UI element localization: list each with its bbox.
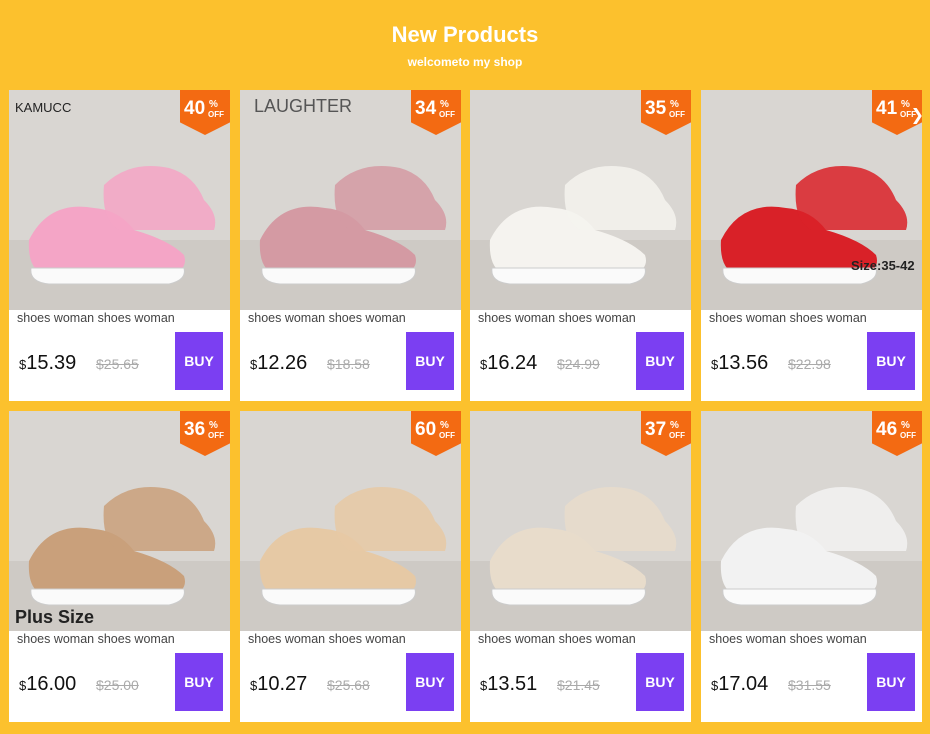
original-price: $25.00 — [96, 677, 139, 693]
current-price: $10.27 — [250, 673, 307, 696]
discount-value: 46 — [876, 419, 898, 440]
buy-button[interactable]: BUY — [636, 332, 684, 390]
discount-off-label: OFF — [439, 110, 455, 119]
price-amount: 17.04 — [718, 673, 769, 695]
product-card[interactable]: 60 % OFF shoes woman shoes woman $10.27 … — [240, 411, 461, 722]
product-card[interactable]: 46 % OFF shoes woman shoes woman $17.04 … — [701, 411, 922, 722]
discount-percent-sign: % — [670, 99, 679, 110]
discount-value: 36 — [184, 419, 206, 440]
price-amount: 13.51 — [487, 673, 538, 695]
image-caption: LAUGHTER — [254, 96, 352, 116]
current-price: $16.24 — [480, 352, 537, 375]
product-title[interactable]: shoes woman shoes woman — [709, 311, 914, 325]
discount-percent-sign: % — [209, 99, 218, 110]
discount-value: 41 — [876, 98, 898, 119]
discount-percent-sign: % — [670, 420, 679, 431]
product-title[interactable]: shoes woman shoes woman — [478, 632, 683, 646]
current-price: $16.00 — [19, 673, 76, 696]
buy-button[interactable]: BUY — [867, 653, 915, 711]
page-title: New Products — [391, 22, 539, 47]
product-title[interactable]: shoes woman shoes woman — [248, 632, 453, 646]
product-card[interactable]: 37 % OFF shoes woman shoes woman $13.51 … — [470, 411, 691, 722]
discount-value: 60 — [415, 419, 437, 440]
product-card[interactable]: Plus Size 36 % OFF shoes woman shoes wom… — [9, 411, 230, 722]
price-amount: 15.39 — [26, 352, 77, 374]
discount-off-label: OFF — [439, 431, 455, 440]
original-price: $24.99 — [557, 356, 600, 372]
discount-percent-sign: % — [440, 99, 449, 110]
current-price: $13.51 — [480, 673, 537, 696]
discount-off-label: OFF — [900, 431, 916, 440]
original-price: $22.98 — [788, 356, 831, 372]
buy-button[interactable]: BUY — [406, 653, 454, 711]
discount-percent-sign: % — [440, 420, 449, 431]
product-title[interactable]: shoes woman shoes woman — [17, 632, 222, 646]
product-title[interactable]: shoes woman shoes woman — [248, 311, 453, 325]
price-amount: 10.27 — [257, 673, 308, 695]
buy-button[interactable]: BUY — [175, 653, 223, 711]
discount-off-label: OFF — [669, 431, 685, 440]
current-price: $17.04 — [711, 673, 768, 696]
current-price: $13.56 — [711, 352, 768, 375]
product-title[interactable]: shoes woman shoes woman — [17, 311, 222, 325]
buy-button[interactable]: BUY — [636, 653, 684, 711]
image-caption: Plus Size — [15, 607, 94, 627]
discount-off-label: OFF — [208, 110, 224, 119]
original-price: $25.65 — [96, 356, 139, 372]
product-card[interactable]: KAMUCC 40 % OFF shoes woman shoes woman … — [9, 90, 230, 401]
product-title[interactable]: shoes woman shoes woman — [709, 632, 914, 646]
current-price: $15.39 — [19, 352, 76, 375]
price-amount: 16.24 — [487, 352, 538, 374]
image-caption: KAMUCC — [15, 100, 71, 115]
discount-value: 34 — [415, 98, 437, 119]
discount-value: 40 — [184, 98, 206, 119]
original-price: $25.68 — [327, 677, 370, 693]
discount-percent-sign: % — [901, 99, 910, 110]
price-amount: 16.00 — [26, 673, 77, 695]
chevron-right-icon[interactable]: ❯ — [911, 105, 924, 125]
buy-button[interactable]: BUY — [867, 332, 915, 390]
product-card[interactable]: Size:35-42 41 % OFF shoes woman shoes wo… — [701, 90, 922, 401]
discount-value: 35 — [645, 98, 667, 119]
product-title[interactable]: shoes woman shoes woman — [478, 311, 683, 325]
price-amount: 12.26 — [257, 352, 308, 374]
discount-percent-sign: % — [209, 420, 218, 431]
image-caption: Size:35-42 — [851, 258, 915, 273]
discount-percent-sign: % — [901, 420, 910, 431]
discount-value: 37 — [645, 419, 667, 440]
discount-off-label: OFF — [669, 110, 685, 119]
price-amount: 13.56 — [718, 352, 769, 374]
buy-button[interactable]: BUY — [406, 332, 454, 390]
current-price: $12.26 — [250, 352, 307, 375]
product-card[interactable]: 35 % OFF shoes woman shoes woman $16.24 … — [470, 90, 691, 401]
shop-header: New Products welcometo my shop — [0, 0, 930, 90]
original-price: $21.45 — [557, 677, 600, 693]
original-price: $31.55 — [788, 677, 831, 693]
page-subtitle: welcometo my shop — [407, 55, 523, 69]
product-card[interactable]: LAUGHTER 34 % OFF shoes woman shoes woma… — [240, 90, 461, 401]
original-price: $18.58 — [327, 356, 370, 372]
discount-off-label: OFF — [208, 431, 224, 440]
buy-button[interactable]: BUY — [175, 332, 223, 390]
